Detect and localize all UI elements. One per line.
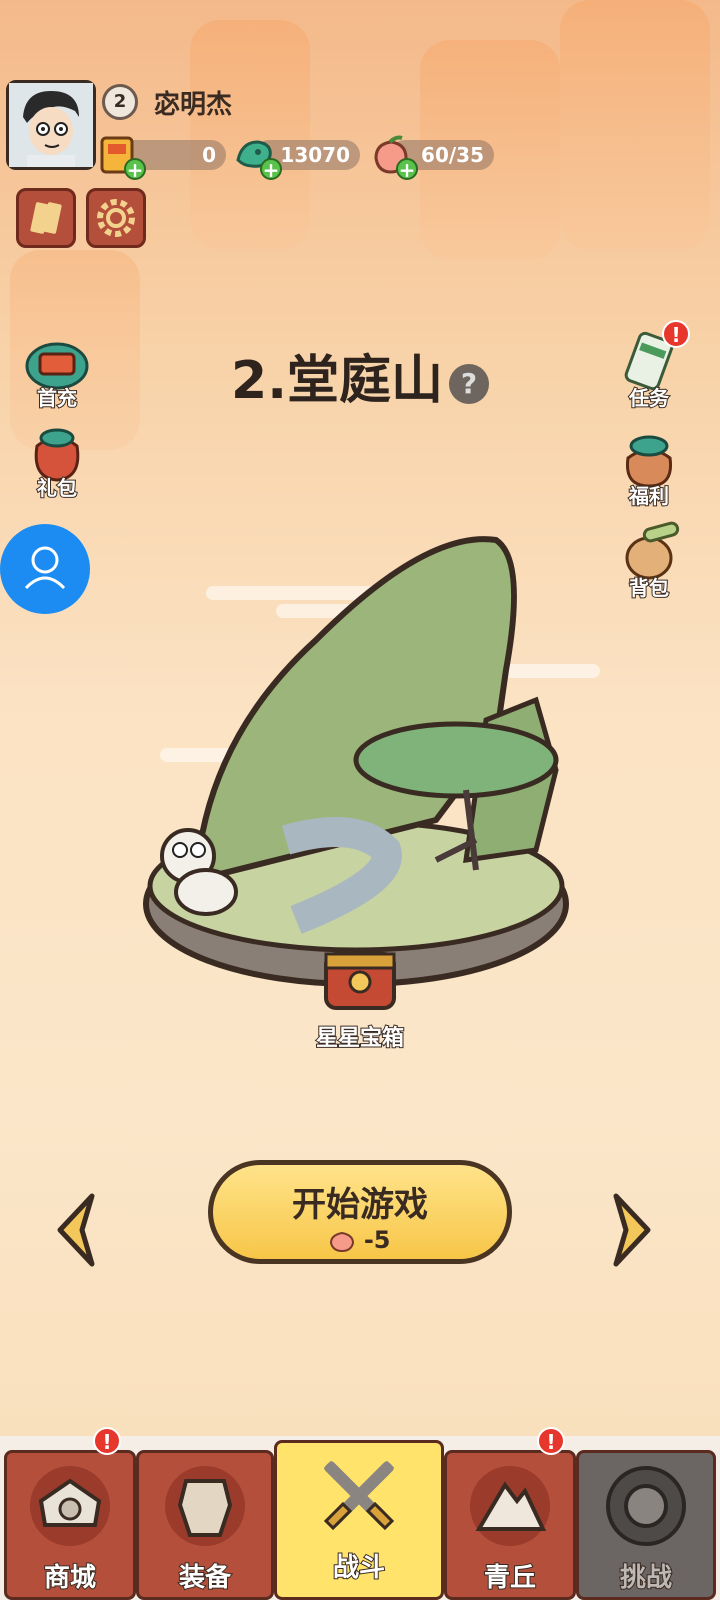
- stage-name: 2.堂庭山: [231, 351, 443, 411]
- challenge-orb-icon: [606, 1466, 686, 1546]
- qingqiu-alert-badge: !: [537, 1427, 565, 1455]
- backpack-button[interactable]: 背包: [604, 516, 694, 601]
- start-cost-value: -5: [363, 1226, 391, 1254]
- prev-stage-arrow[interactable]: [52, 1190, 102, 1270]
- nav-label-challenge: 挑战: [619, 1562, 673, 1594]
- star-chest-label: 星星宝箱: [315, 1025, 405, 1052]
- welfare-button[interactable]: 福利: [604, 424, 694, 509]
- settings-button[interactable]: [86, 188, 146, 248]
- start-game-label: 开始游戏: [292, 1185, 428, 1225]
- chevron-left-icon: [57, 1193, 95, 1267]
- help-icon[interactable]: ?: [448, 364, 489, 404]
- ticket-icon[interactable]: +: [96, 132, 146, 180]
- player-name: 宓明杰: [154, 90, 233, 120]
- nav-label-qingqiu: 青丘: [483, 1562, 537, 1594]
- next-stage-arrow[interactable]: [606, 1190, 656, 1270]
- user-icon: [24, 546, 66, 590]
- start-cost: -5: [213, 1226, 507, 1254]
- add-peach-icon[interactable]: +: [396, 158, 418, 180]
- start-game-button[interactable]: 开始游戏 -5: [208, 1160, 512, 1264]
- armor-icon: [165, 1466, 245, 1546]
- peach-icon: [330, 1231, 355, 1253]
- add-jade-coin-icon[interactable]: +: [260, 158, 282, 180]
- nav-tab-qingqiu[interactable]: 青丘 !: [444, 1427, 576, 1600]
- player-level-badge: 2: [102, 84, 138, 120]
- nav-label-equipment: 装备: [178, 1562, 232, 1594]
- avatar-face-icon: [9, 83, 93, 167]
- nav-tab-battle[interactable]: 战斗: [274, 1440, 444, 1600]
- lantern-decor: [560, 0, 710, 250]
- settings-gear-icon: [97, 199, 135, 237]
- chevron-right-icon: [613, 1193, 651, 1267]
- cards-icon: [30, 202, 62, 234]
- nav-label-battle: 战斗: [332, 1552, 386, 1584]
- add-ticket-icon[interactable]: +: [124, 158, 146, 180]
- gift-pack-label: 礼包: [36, 475, 78, 501]
- user-center-button[interactable]: [0, 524, 90, 614]
- nav-label-shop: 商城: [43, 1562, 97, 1594]
- welfare-label: 福利: [628, 483, 670, 509]
- crossed-swords-icon: [323, 1461, 395, 1531]
- backpack-label: 背包: [628, 575, 670, 601]
- stage-title: 2.堂庭山?: [0, 338, 720, 413]
- gift-pack-button[interactable]: 礼包: [12, 416, 102, 501]
- shop-alert-badge: !: [93, 1427, 121, 1455]
- treasure-chest-icon: [324, 952, 396, 1010]
- stage-island-illustration: [143, 536, 569, 987]
- nav-tab-shop[interactable]: 商城 !: [4, 1427, 136, 1600]
- cards-button[interactable]: [16, 188, 76, 248]
- player-avatar[interactable]: [6, 80, 96, 170]
- mountain-icon: [470, 1466, 550, 1546]
- jade-coin-icon[interactable]: +: [232, 132, 282, 180]
- nav-tab-equipment[interactable]: 装备: [136, 1450, 274, 1600]
- shop-icon: [30, 1466, 110, 1546]
- peach-icon[interactable]: +: [368, 132, 418, 180]
- nav-tab-challenge[interactable]: 挑战: [576, 1450, 716, 1600]
- star-chest-button[interactable]: [318, 944, 402, 1014]
